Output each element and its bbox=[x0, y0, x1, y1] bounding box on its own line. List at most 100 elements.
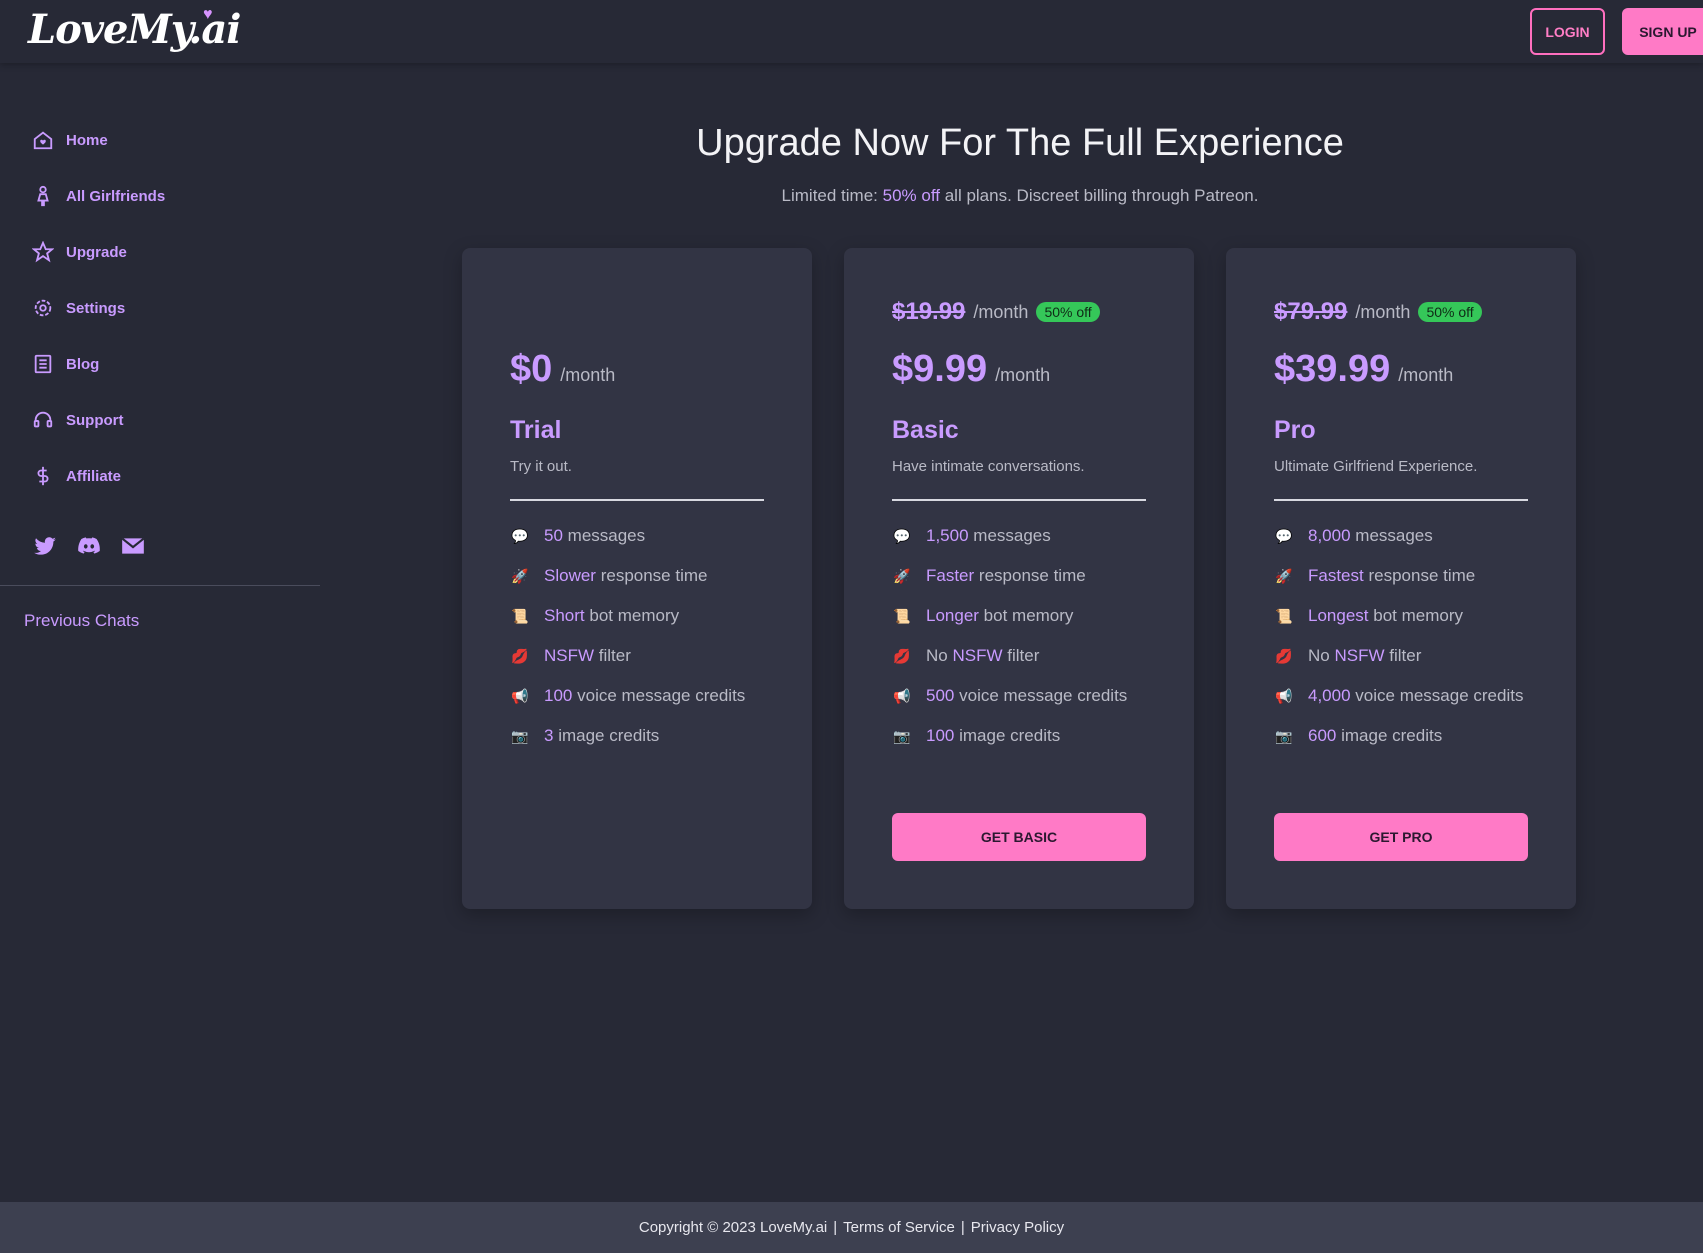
feature-value: NSFW bbox=[544, 646, 595, 665]
feature-text: filter bbox=[598, 646, 631, 665]
sidebar-item-blog[interactable]: Blog bbox=[32, 349, 99, 379]
old-price: $19.99 bbox=[892, 298, 966, 325]
feature-item: 📢 100 voice message credits bbox=[510, 684, 780, 708]
sidebar-item-all-girlfriends[interactable]: All Girlfriends bbox=[32, 181, 165, 211]
sidebar-item-support[interactable]: Support bbox=[32, 405, 124, 435]
card-divider bbox=[892, 499, 1146, 501]
mail-icon[interactable] bbox=[120, 533, 146, 559]
feature-value: NSFW bbox=[1334, 646, 1385, 665]
girl-icon bbox=[37, 185, 49, 207]
feature-item: 🚀 Slower response time bbox=[510, 564, 780, 588]
plan-description: Have intimate conversations. bbox=[892, 458, 1085, 475]
camera-icon: 📷 bbox=[893, 728, 911, 744]
plan-period: /month bbox=[1398, 365, 1454, 385]
plan-price: $9.99 bbox=[892, 348, 988, 390]
home-icon bbox=[33, 131, 53, 150]
get-pro-button[interactable]: GET PRO bbox=[1274, 813, 1528, 861]
sidebar-item-label: Settings bbox=[66, 299, 126, 317]
feature-text: image credits bbox=[558, 726, 660, 745]
feature-value: 4,000 bbox=[1308, 686, 1351, 705]
feature-item: 📜 Short bot memory bbox=[510, 604, 780, 628]
feature-text: filter bbox=[1007, 646, 1040, 665]
feature-item: 📷 100 image credits bbox=[892, 724, 1162, 748]
previous-chats-heading: Previous Chats bbox=[24, 611, 140, 630]
megaphone-icon: 📢 bbox=[511, 688, 529, 704]
feature-value: Faster bbox=[926, 566, 975, 585]
camera-icon: 📷 bbox=[511, 728, 529, 744]
feature-prefix: No bbox=[926, 646, 948, 665]
plan-period: /month bbox=[1355, 301, 1411, 322]
feature-item: 💬 50 messages bbox=[510, 524, 780, 548]
price-row: $0 /month bbox=[510, 348, 615, 391]
feature-item: 📷 3 image credits bbox=[510, 724, 780, 748]
subtitle-highlight: 50% off bbox=[882, 186, 940, 205]
plan-description: Ultimate Girlfriend Experience. bbox=[1274, 458, 1478, 475]
sidebar-item-home[interactable]: Home bbox=[32, 125, 108, 155]
sidebar-item-label: All Girlfriends bbox=[66, 187, 166, 205]
feature-item: 📢 4,000 voice message credits bbox=[1274, 684, 1544, 708]
logo-heart-icon: ♥ bbox=[203, 6, 213, 23]
copyright-text: Copyright © 2023 LoveMy.ai bbox=[638, 1219, 828, 1236]
feature-item: 📷 600 image credits bbox=[1274, 724, 1544, 748]
card-divider bbox=[510, 499, 764, 501]
feature-text: image credits bbox=[1341, 726, 1443, 745]
terms-link[interactable]: Terms of Service bbox=[843, 1219, 955, 1236]
sidebar-item-affiliate[interactable]: Affiliate bbox=[32, 461, 121, 491]
signup-button[interactable]: SIGN UP bbox=[1622, 8, 1703, 55]
plan-description: Try it out. bbox=[510, 458, 572, 475]
feature-text: messages bbox=[1355, 526, 1433, 545]
feature-prefix: No bbox=[1308, 646, 1330, 665]
plan-card-trial: $0 /month Trial Try it out. 💬 50 messages… bbox=[462, 248, 812, 909]
feature-value: 8,000 bbox=[1308, 526, 1351, 545]
star-icon bbox=[32, 241, 54, 263]
feature-item: 💋 No NSFW filter bbox=[1274, 644, 1544, 668]
old-price-row: $79.99 /month 50% off bbox=[1274, 298, 1482, 326]
feature-text: voice message credits bbox=[1355, 686, 1524, 705]
megaphone-icon: 📢 bbox=[893, 688, 911, 704]
sidebar-item-upgrade[interactable]: Upgrade bbox=[32, 237, 127, 267]
twitter-icon[interactable] bbox=[32, 533, 58, 559]
lips-icon: 💋 bbox=[1275, 648, 1293, 664]
price-row: $9.99 /month bbox=[892, 348, 1050, 391]
feature-value: Fastest bbox=[1308, 566, 1364, 585]
lips-icon: 💋 bbox=[893, 648, 911, 664]
page-subtitle: Limited time: 50% off all plans. Discree… bbox=[460, 186, 1580, 206]
feature-value: 600 bbox=[1308, 726, 1337, 745]
feature-text: messages bbox=[567, 526, 646, 545]
scroll-icon: 📜 bbox=[893, 608, 911, 624]
discord-icon[interactable] bbox=[76, 533, 102, 559]
login-button[interactable]: LOGIN bbox=[1530, 8, 1605, 55]
feature-value: Short bbox=[544, 606, 585, 625]
feature-item: 💬 8,000 messages bbox=[1274, 524, 1544, 548]
subtitle-suffix: all plans. Discreet billing through Patr… bbox=[944, 186, 1259, 205]
document-icon bbox=[34, 354, 52, 374]
speech-bubble-icon: 💬 bbox=[1275, 528, 1293, 544]
lips-icon: 💋 bbox=[511, 648, 529, 664]
megaphone-icon: 📢 bbox=[1275, 688, 1293, 704]
feature-value: Slower bbox=[544, 566, 596, 585]
rocket-icon: 🚀 bbox=[1275, 568, 1293, 584]
sidebar-item-label: Affiliate bbox=[66, 467, 122, 485]
feature-value: Longest bbox=[1308, 606, 1369, 625]
plan-card-basic: $19.99 /month 50% off $9.99 /month Basic… bbox=[844, 248, 1194, 909]
sidebar-item-label: Support bbox=[66, 411, 124, 429]
feature-value: 3 bbox=[544, 726, 554, 745]
plan-name: Basic bbox=[892, 416, 959, 444]
feature-value: 50 bbox=[544, 526, 563, 545]
feature-item: 💬 1,500 messages bbox=[892, 524, 1162, 548]
dollar-icon bbox=[37, 466, 49, 486]
sidebar-item-settings[interactable]: Settings bbox=[32, 293, 125, 323]
old-price-row: $19.99 /month 50% off bbox=[892, 298, 1100, 326]
plan-period: /month bbox=[995, 365, 1051, 385]
plan-name: Pro bbox=[1274, 416, 1316, 444]
feature-list: 💬 8,000 messages 🚀 Fastest response time 📜… bbox=[1274, 524, 1544, 764]
get-basic-button[interactable]: GET BASIC bbox=[892, 813, 1146, 861]
sidebar-item-label: Blog bbox=[66, 355, 100, 373]
feature-item: 📜 Longest bot memory bbox=[1274, 604, 1544, 628]
feature-list: 💬 50 messages 🚀 Slower response time 📜 Shor… bbox=[510, 524, 780, 764]
gear-icon bbox=[34, 299, 52, 317]
feature-text: bot memory bbox=[1373, 606, 1463, 625]
privacy-link[interactable]: Privacy Policy bbox=[971, 1219, 1064, 1236]
feature-item: 🚀 Faster response time bbox=[892, 564, 1162, 588]
plan-price: $0 bbox=[510, 348, 553, 390]
